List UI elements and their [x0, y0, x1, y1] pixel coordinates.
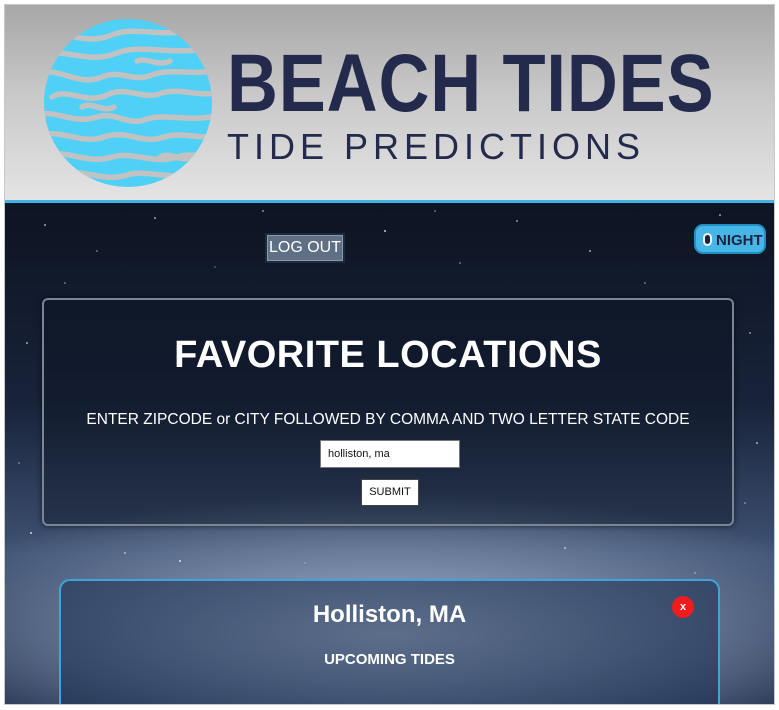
wave-globe-icon — [44, 19, 212, 187]
toggle-knob-icon — [703, 233, 712, 246]
submit-button[interactable]: SUBMIT — [361, 479, 419, 506]
site-subtitle: TIDE PREDICTIONS — [227, 126, 646, 167]
location-name: Holliston, MA — [312, 601, 467, 628]
site-header: BEACH TIDES TIDE PREDICTIONS — [5, 5, 774, 203]
favorites-heading: FAVORITE LOCATIONS — [174, 334, 602, 376]
site-title: BEACH TIDES — [227, 38, 715, 129]
main-content: LOG OUT NIGHT FAVORITE LOCATIONS ENTER Z… — [5, 203, 774, 704]
night-mode-toggle[interactable]: NIGHT — [694, 224, 766, 254]
favorites-instructions: ENTER ZIPCODE or CITY FOLLOWED BY COMMA … — [86, 411, 690, 428]
remove-location-button[interactable]: x — [672, 596, 694, 618]
location-input[interactable] — [320, 440, 460, 468]
location-card: Holliston, MA UPCOMING TIDES x — [59, 579, 720, 704]
night-mode-label: NIGHT — [716, 232, 763, 249]
favorite-locations-panel: FAVORITE LOCATIONS ENTER ZIPCODE or CITY… — [42, 298, 734, 526]
logout-button[interactable]: LOG OUT — [265, 233, 345, 263]
browser-viewport: BEACH TIDES TIDE PREDICTIONS LOG OUT NIG… — [4, 4, 775, 705]
upcoming-tides-heading: UPCOMING TIDES — [324, 651, 455, 668]
